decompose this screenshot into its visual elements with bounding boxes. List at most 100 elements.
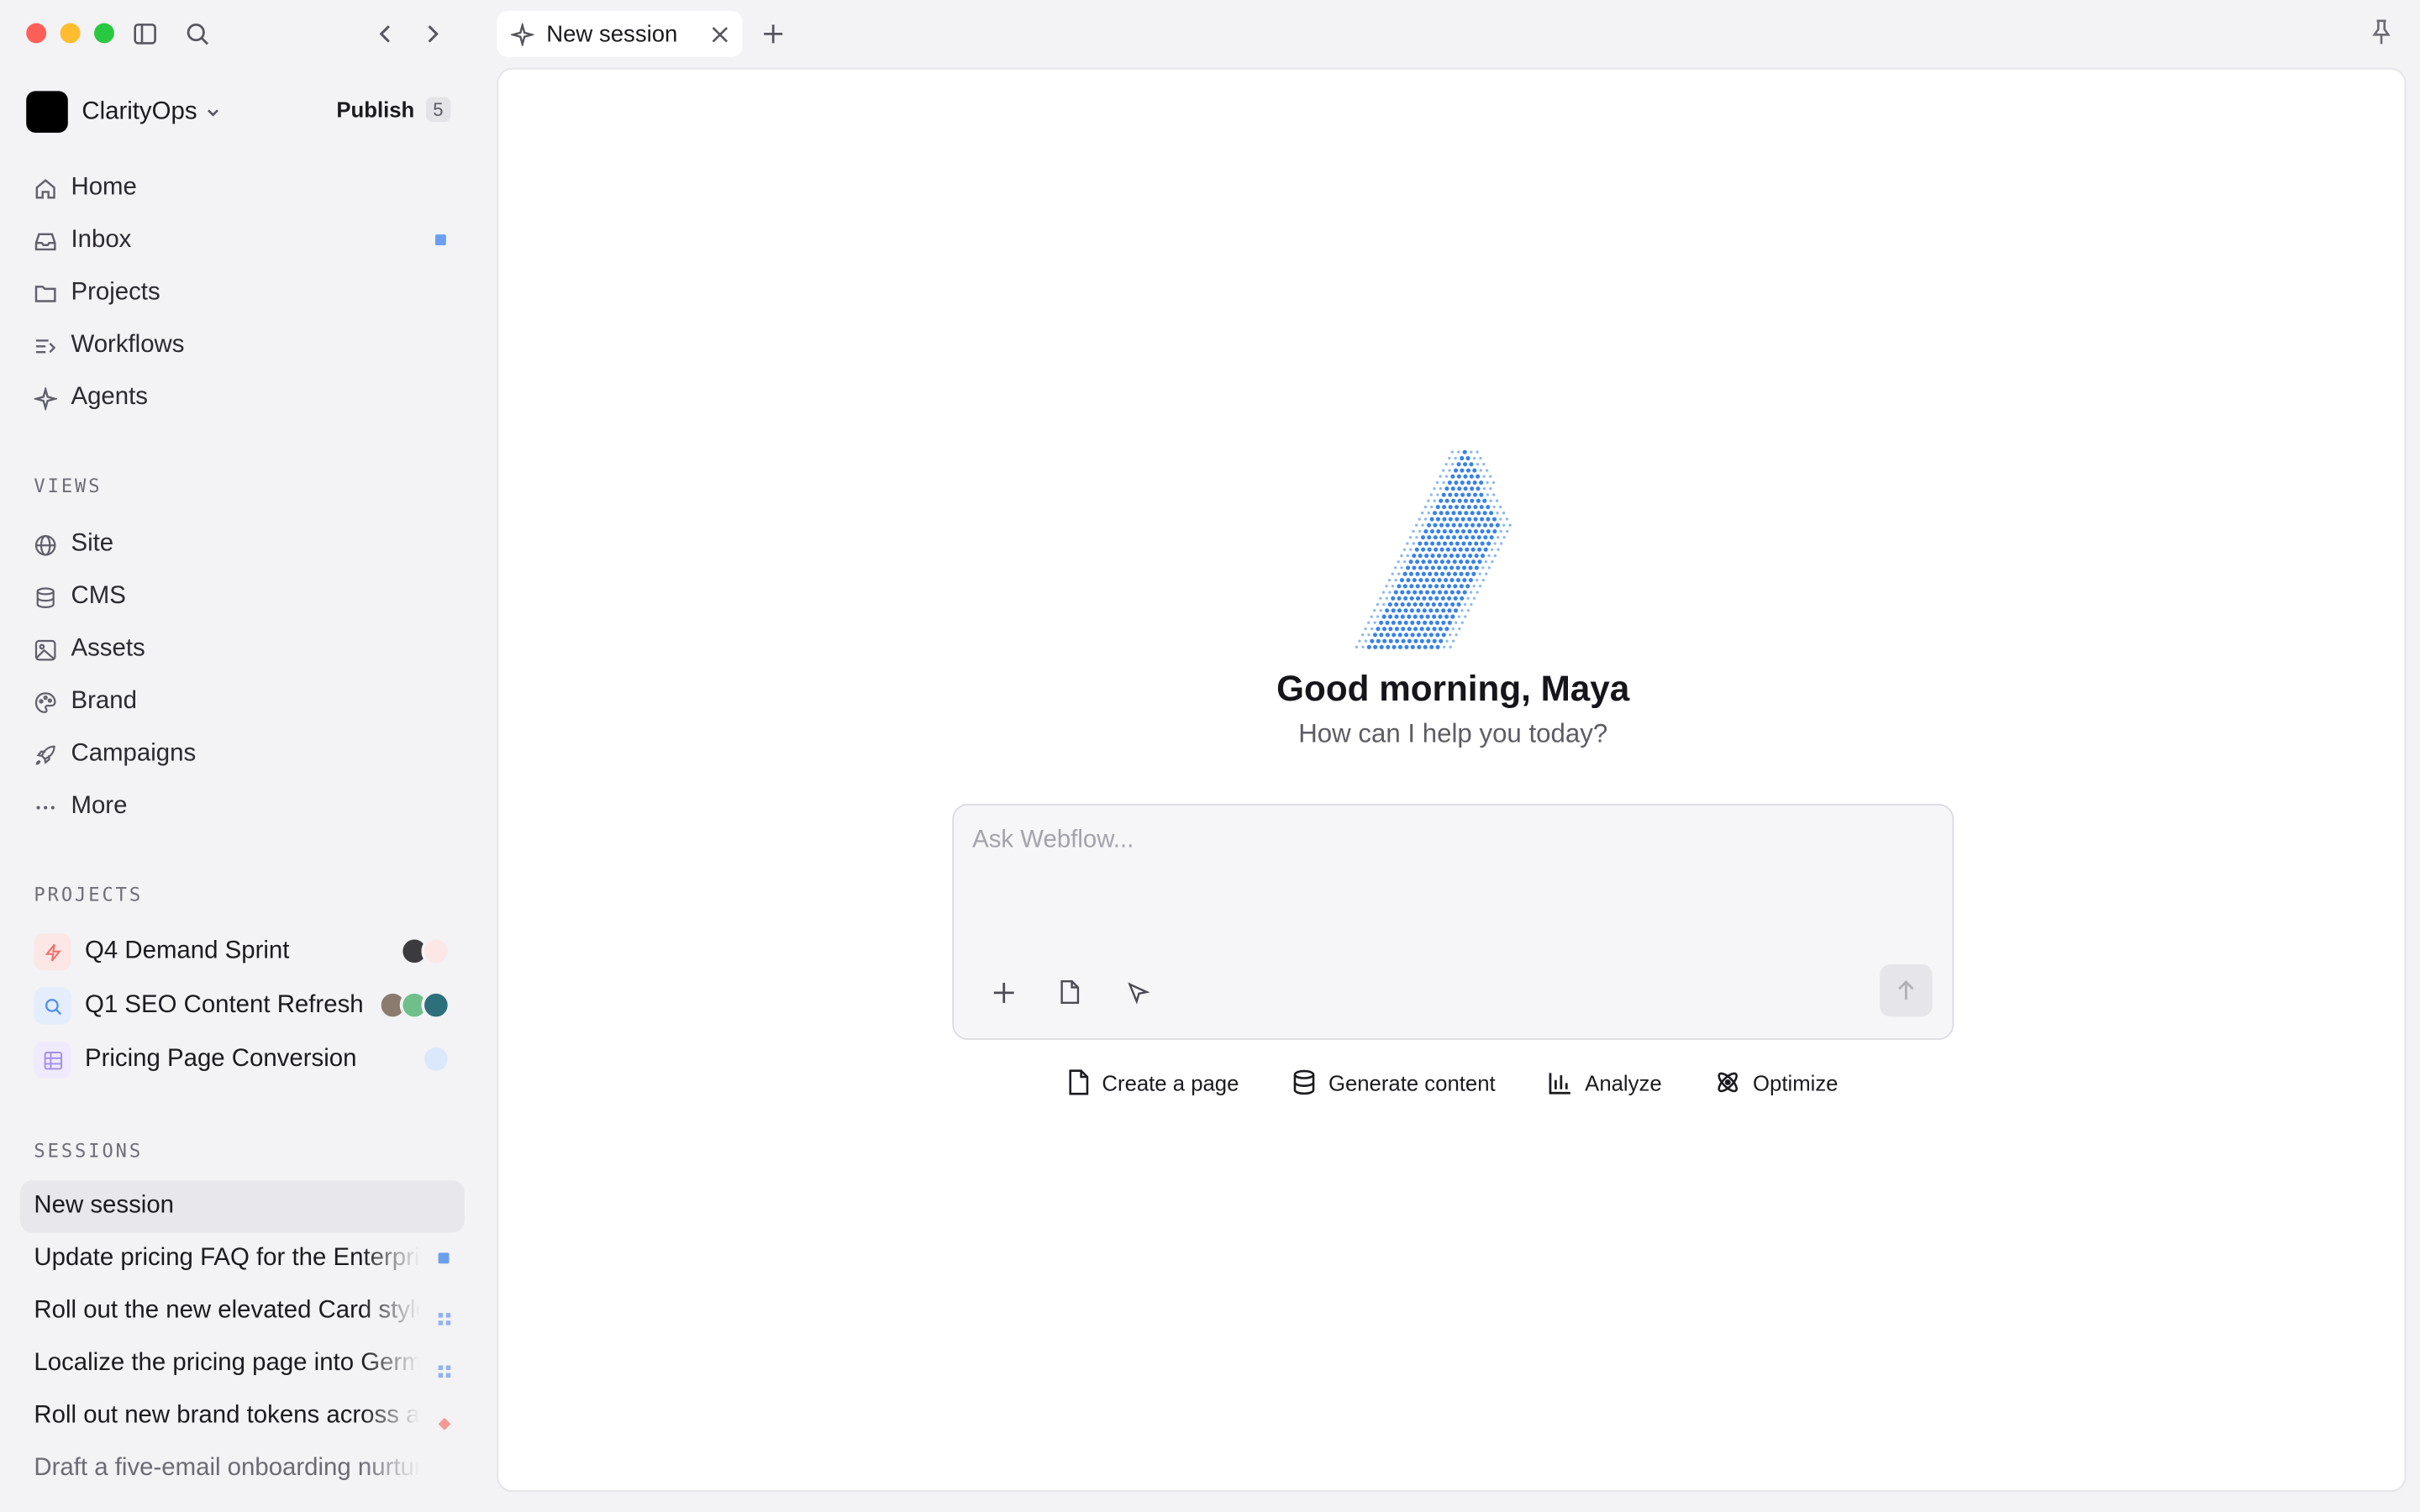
sidebar-toggle-icon[interactable] — [129, 18, 160, 50]
logo-dot — [1382, 602, 1386, 606]
analyze-button[interactable]: Analyze — [1548, 1069, 1662, 1095]
logo-dot — [1366, 644, 1371, 649]
logo-dot — [1449, 565, 1455, 570]
prompt-input[interactable] — [972, 827, 1929, 920]
generate-content-button[interactable]: Generate content — [1292, 1069, 1496, 1095]
session-item[interactable]: Localize the pricing page into German — [20, 1337, 465, 1389]
logo-dot — [1474, 565, 1479, 570]
logo-dot — [1489, 511, 1494, 516]
logo-dot — [1415, 584, 1420, 589]
logo-dot — [1370, 615, 1373, 618]
project-item-q4-demand-sprint[interactable]: Q4 Demand Sprint — [34, 932, 454, 972]
logo-dot — [1381, 614, 1386, 619]
logo-dot — [1479, 504, 1484, 510]
logo-dot — [1502, 536, 1506, 539]
logo-dot — [1467, 541, 1472, 546]
new-tab-plus-icon[interactable] — [758, 18, 789, 50]
logo-dot — [1486, 541, 1491, 546]
logo-dot — [1439, 522, 1444, 528]
project-item-pricing-page[interactable]: Pricing Page Conversion — [34, 1040, 454, 1080]
logo-dot — [1441, 492, 1446, 497]
logo-dot — [1435, 480, 1439, 485]
optimize-button[interactable]: Optimize — [1714, 1069, 1838, 1095]
logo-dot — [1466, 492, 1471, 497]
logo-dot — [1386, 644, 1391, 649]
logo-dot — [1483, 535, 1488, 540]
logo-dot — [1444, 486, 1449, 491]
bar-chart-icon — [421, 936, 451, 966]
view-item-brand[interactable]: Brand — [34, 684, 458, 721]
file-icon[interactable] — [1053, 975, 1086, 1009]
logo-dot — [1450, 602, 1455, 607]
publish-button[interactable]: Publish 5 — [336, 97, 451, 123]
logo-dot — [1476, 474, 1481, 479]
session-item[interactable]: Roll out the new elevated Card style — [20, 1285, 465, 1337]
logo-dot — [1453, 608, 1459, 613]
pin-icon[interactable] — [2369, 18, 2393, 52]
tab-new-session[interactable]: New session — [497, 10, 743, 57]
logo-dot — [1425, 602, 1430, 607]
nav-item-agents[interactable]: Agents — [34, 380, 458, 417]
logo-dot — [1397, 572, 1401, 575]
logo-dot — [1497, 536, 1500, 539]
workspace-switcher[interactable]: ClarityOps — [26, 91, 220, 133]
session-item[interactable]: Draft a five-email onboarding nurture — [20, 1442, 465, 1494]
logo-dot — [1397, 644, 1403, 649]
close-window-button[interactable] — [26, 23, 47, 44]
logo-dot — [1373, 644, 1378, 649]
session-item[interactable]: Roll out new brand tokens across all pag… — [20, 1390, 465, 1442]
nav-item-home[interactable]: Home — [34, 170, 458, 207]
logo-dot — [1419, 638, 1424, 643]
close-tab-icon[interactable] — [712, 25, 729, 42]
project-avatars — [421, 1044, 451, 1074]
logo-dot — [1367, 633, 1370, 637]
back-arrow-icon[interactable] — [371, 18, 402, 50]
logo-dot — [1460, 517, 1465, 522]
logo-dot — [1404, 644, 1409, 649]
logo-dot — [1453, 596, 1458, 601]
logo-dot — [1418, 517, 1421, 521]
logo-dot — [1376, 602, 1380, 606]
logo-dot — [1392, 644, 1397, 649]
logo-dot — [1438, 614, 1443, 619]
logo-dot — [1470, 535, 1476, 540]
view-item-assets[interactable]: Assets — [34, 631, 458, 668]
forward-arrow-icon[interactable] — [417, 18, 448, 50]
logo-dot — [1505, 517, 1509, 521]
logo-dot — [1461, 541, 1466, 546]
view-item-more[interactable]: More — [34, 789, 458, 826]
send-button[interactable] — [1880, 963, 1933, 1017]
nav-item-inbox[interactable]: Inbox — [34, 222, 458, 259]
logo-dot — [1427, 512, 1430, 515]
create-page-button[interactable]: Create a page — [1068, 1069, 1239, 1095]
nav-item-projects[interactable]: Projects — [34, 275, 458, 312]
session-item-active[interactable]: New session — [19, 1180, 465, 1233]
view-item-cms[interactable]: CMS — [34, 579, 458, 616]
logo-dot — [1455, 541, 1460, 546]
logo-dot — [1416, 620, 1421, 625]
logo-dot — [1460, 504, 1465, 510]
logo-dot — [1394, 566, 1397, 570]
logo-dot — [1430, 554, 1435, 559]
logo-dot — [1388, 591, 1392, 594]
maximize-window-button[interactable] — [94, 23, 114, 44]
prompt-composer — [952, 803, 1954, 1040]
logo-dot — [1415, 559, 1420, 564]
nav-item-workflows[interactable]: Workflows — [34, 327, 458, 364]
logo-dot — [1394, 578, 1397, 582]
logo-dot — [1486, 493, 1490, 496]
logo-dot — [1406, 542, 1409, 545]
cursor-select-icon[interactable] — [1120, 975, 1154, 1009]
view-item-label: CMS — [71, 583, 126, 610]
view-item-campaigns[interactable]: Campaigns — [34, 736, 458, 773]
minimize-window-button[interactable] — [60, 23, 81, 44]
add-attachment-plus-icon[interactable] — [986, 975, 1020, 1009]
logo-dot — [1461, 565, 1467, 570]
search-icon[interactable] — [182, 18, 213, 50]
logo-dot — [1442, 469, 1445, 472]
session-item[interactable]: Update pricing FAQ for the Enterprise pl… — [20, 1233, 465, 1285]
project-item-q1-seo[interactable]: Q1 SEO Content Refresh — [34, 986, 454, 1026]
view-item-site[interactable]: Site — [34, 526, 458, 563]
logo-dot — [1400, 590, 1405, 595]
logo-dot — [1492, 493, 1496, 496]
